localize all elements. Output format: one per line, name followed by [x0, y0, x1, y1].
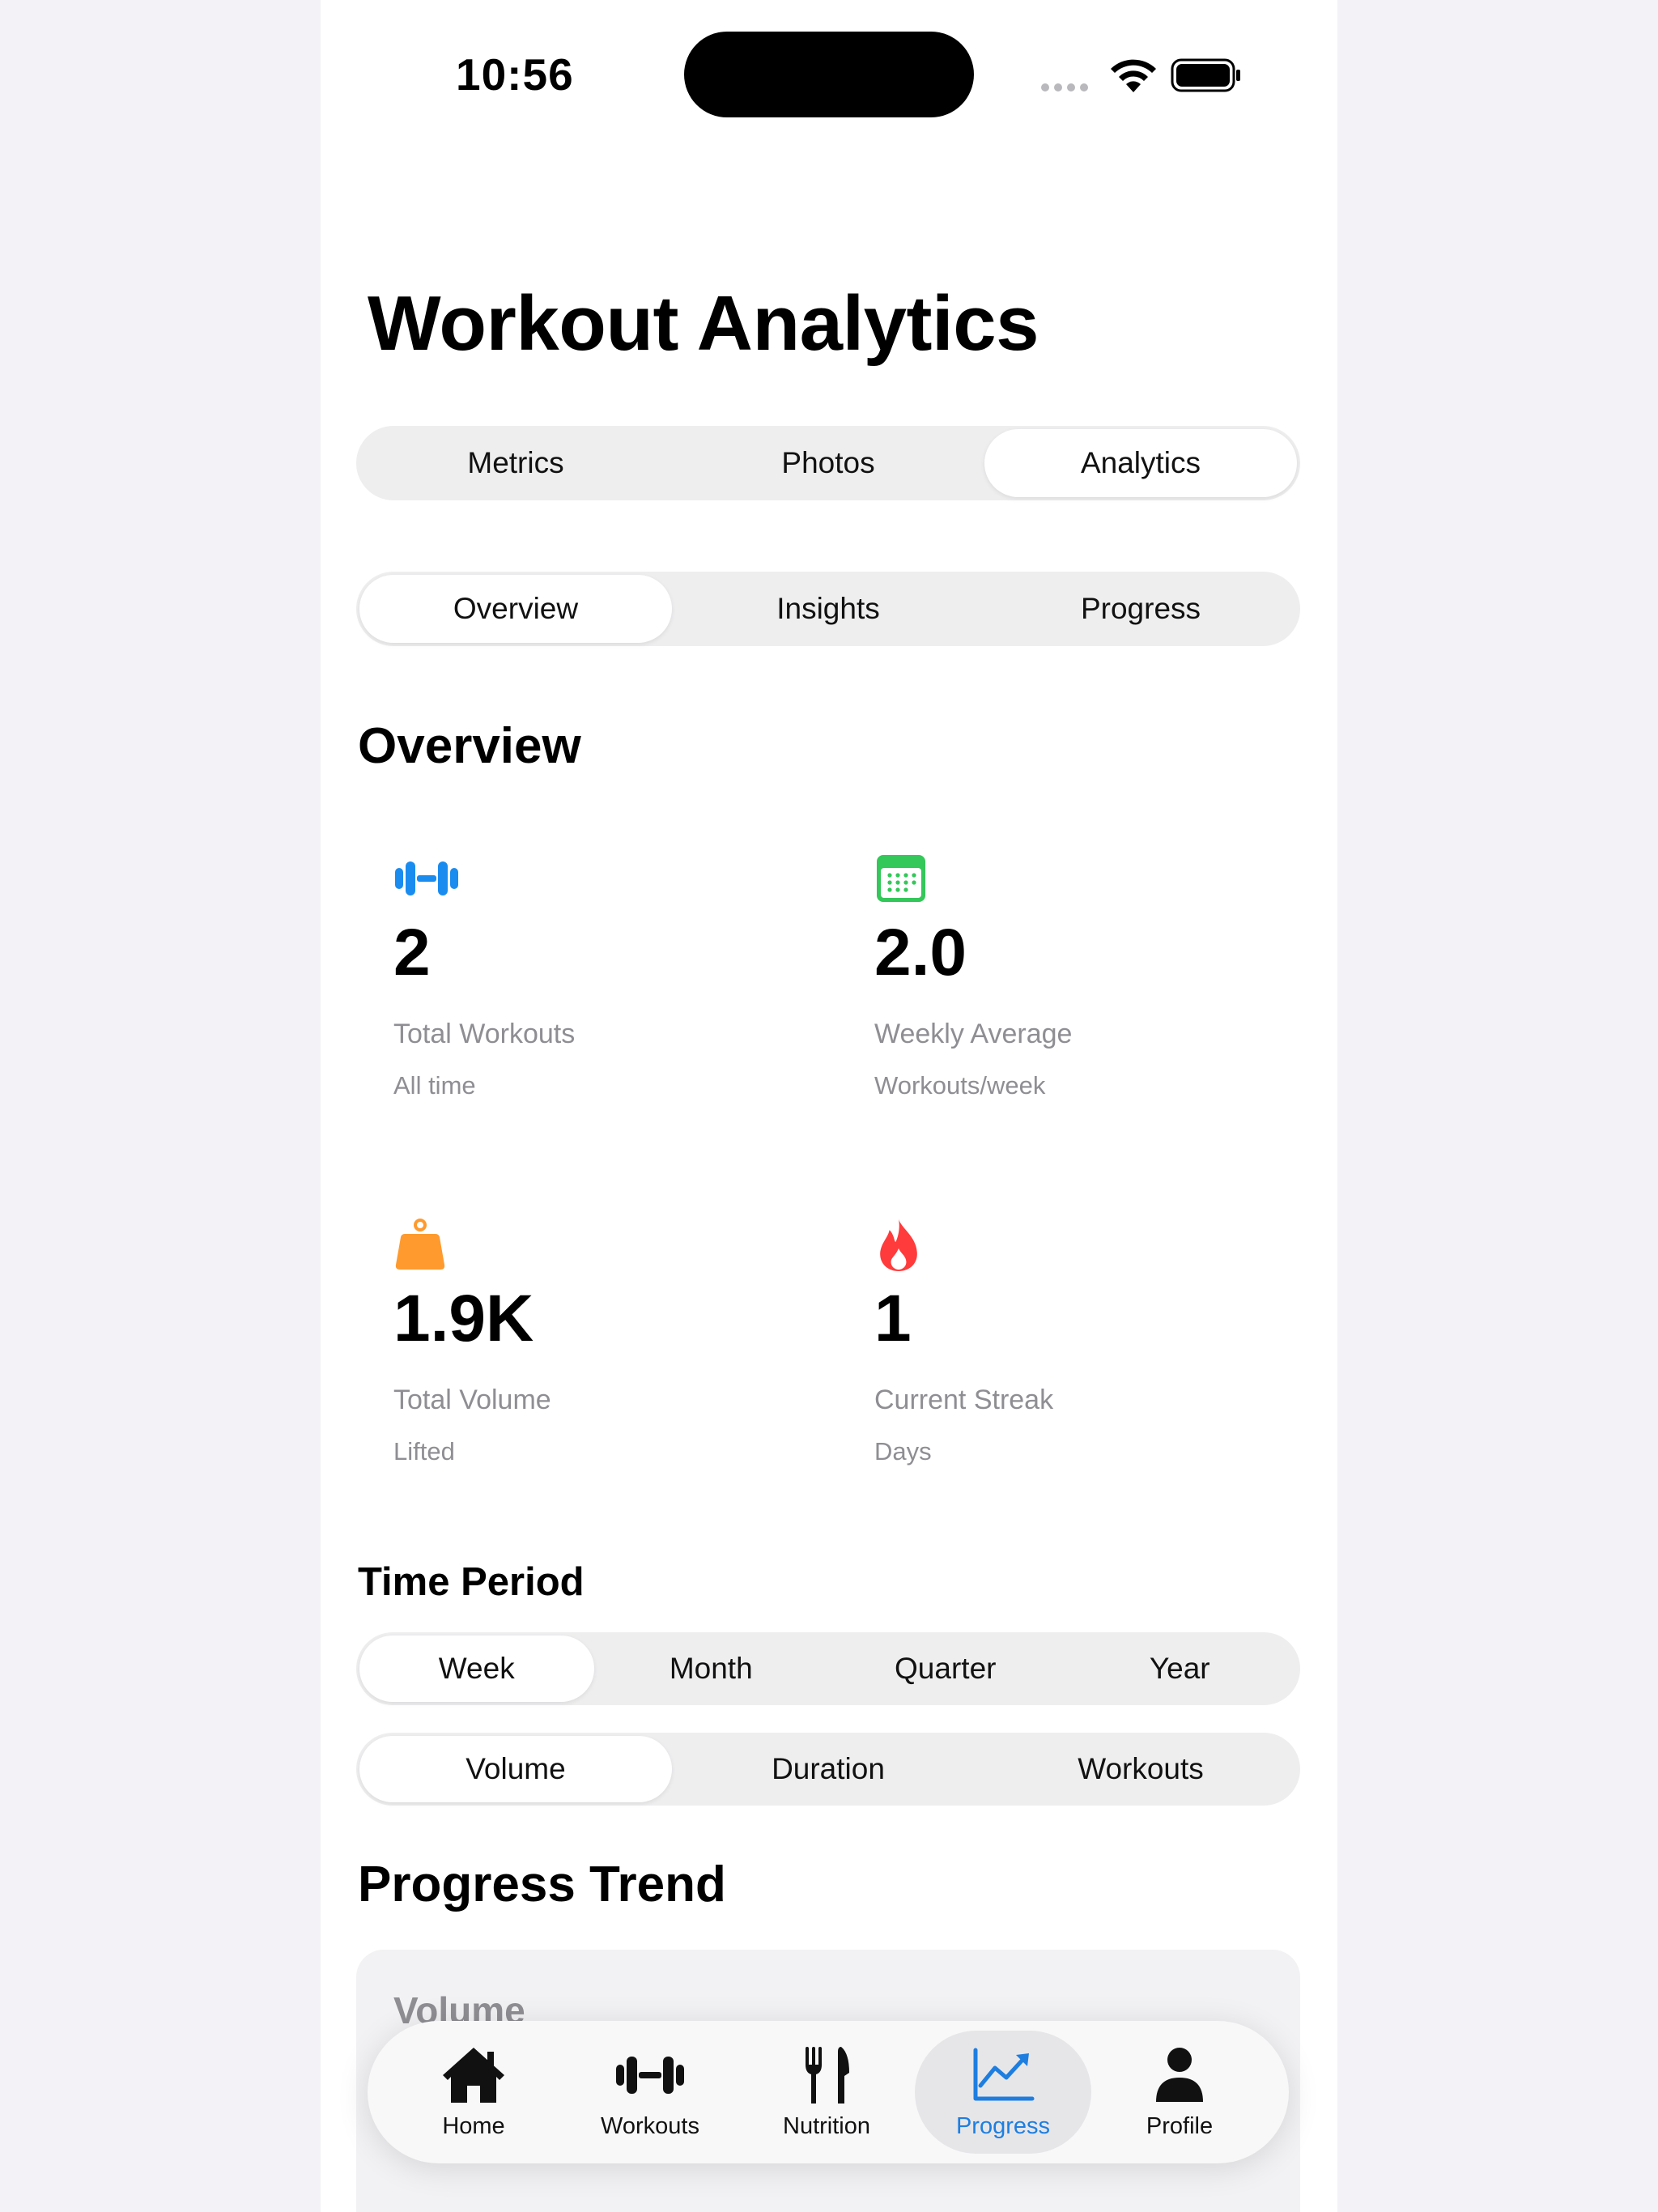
- tab-progress[interactable]: Progress: [984, 575, 1297, 643]
- stat-value: 2: [393, 916, 431, 989]
- tab-bar: Home Workouts Nutrition Progress Profile: [368, 2021, 1289, 2163]
- metric-workouts[interactable]: Workouts: [984, 1736, 1297, 1802]
- period-year[interactable]: Year: [1063, 1636, 1298, 1702]
- stat-label: Total Workouts: [393, 1019, 576, 1049]
- stat-total-workouts: 2 Total Workouts All time: [393, 852, 814, 1100]
- tab-bar-nutrition[interactable]: Nutrition: [738, 2031, 915, 2154]
- wifi-icon: [1111, 59, 1156, 92]
- sub-segmented-control: Overview Insights Progress: [356, 572, 1300, 646]
- tab-bar-home[interactable]: Home: [385, 2031, 562, 2154]
- stat-sublabel: Lifted: [393, 1437, 455, 1465]
- tab-analytics[interactable]: Analytics: [984, 429, 1297, 497]
- tab-bar-profile[interactable]: Profile: [1091, 2031, 1268, 2154]
- fork-knife-icon: [806, 2046, 849, 2104]
- stat-sublabel: All time: [393, 1071, 476, 1100]
- overview-heading: Overview: [358, 718, 581, 774]
- progress-trend-heading: Progress Trend: [358, 1857, 726, 1912]
- page-title: Workout Analytics: [368, 280, 1039, 367]
- dumbbell-icon: [395, 861, 458, 895]
- tab-bar-label: Progress: [955, 2112, 1051, 2139]
- dumbbell-icon: [616, 2056, 684, 2094]
- stat-weekly-average: 2.0 Weekly Average Workouts/week: [874, 852, 1295, 1100]
- stat-sublabel: Days: [874, 1437, 932, 1465]
- dynamic-island: [684, 32, 974, 117]
- metric-volume[interactable]: Volume: [359, 1736, 672, 1802]
- chart-line-icon: [973, 2048, 1035, 2100]
- stat-total-volume: 1.9K Total Volume Lifted: [393, 1218, 814, 1466]
- stat-label: Total Volume: [393, 1385, 551, 1415]
- app-screen: 10:56 Workout Analytics Metrics Photos A…: [321, 0, 1337, 2212]
- stat-label: Current Streak: [874, 1385, 1054, 1415]
- status-time: 10:56: [456, 49, 574, 100]
- time-period-control: Week Month Quarter Year: [356, 1632, 1300, 1705]
- stat-current-streak: 1 Current Streak Days: [874, 1218, 1295, 1466]
- flame-icon: [880, 1219, 917, 1271]
- tab-photos[interactable]: Photos: [672, 429, 984, 497]
- tab-bar-label: Workouts: [601, 2112, 699, 2139]
- stat-value: 2.0: [874, 916, 967, 989]
- metric-control: Volume Duration Workouts: [356, 1733, 1300, 1806]
- tab-bar-label: Profile: [1146, 2112, 1214, 2139]
- tab-metrics[interactable]: Metrics: [359, 429, 672, 497]
- calendar-icon: [877, 855, 925, 902]
- stat-label: Weekly Average: [874, 1019, 1073, 1049]
- metric-duration[interactable]: Duration: [672, 1736, 984, 1802]
- tab-bar-label: Home: [442, 2112, 505, 2139]
- stat-value: 1: [874, 1282, 912, 1355]
- weight-icon: [395, 1219, 445, 1270]
- period-quarter[interactable]: Quarter: [828, 1636, 1063, 1702]
- period-week[interactable]: Week: [359, 1636, 594, 1702]
- tab-bar-workouts[interactable]: Workouts: [562, 2031, 738, 2154]
- main-segmented-control: Metrics Photos Analytics: [356, 426, 1300, 500]
- time-period-heading: Time Period: [358, 1560, 585, 1604]
- period-month[interactable]: Month: [594, 1636, 829, 1702]
- battery-icon: [1171, 58, 1240, 92]
- signal-dots-icon: [1041, 81, 1093, 96]
- tab-bar-label: Nutrition: [783, 2112, 870, 2139]
- person-icon: [1156, 2047, 1203, 2102]
- stat-sublabel: Workouts/week: [874, 1071, 1046, 1100]
- tab-insights[interactable]: Insights: [672, 575, 984, 643]
- house-icon: [443, 2047, 504, 2103]
- tab-bar-progress[interactable]: Progress: [915, 2031, 1091, 2154]
- stat-value: 1.9K: [393, 1282, 534, 1355]
- tab-overview[interactable]: Overview: [359, 575, 672, 643]
